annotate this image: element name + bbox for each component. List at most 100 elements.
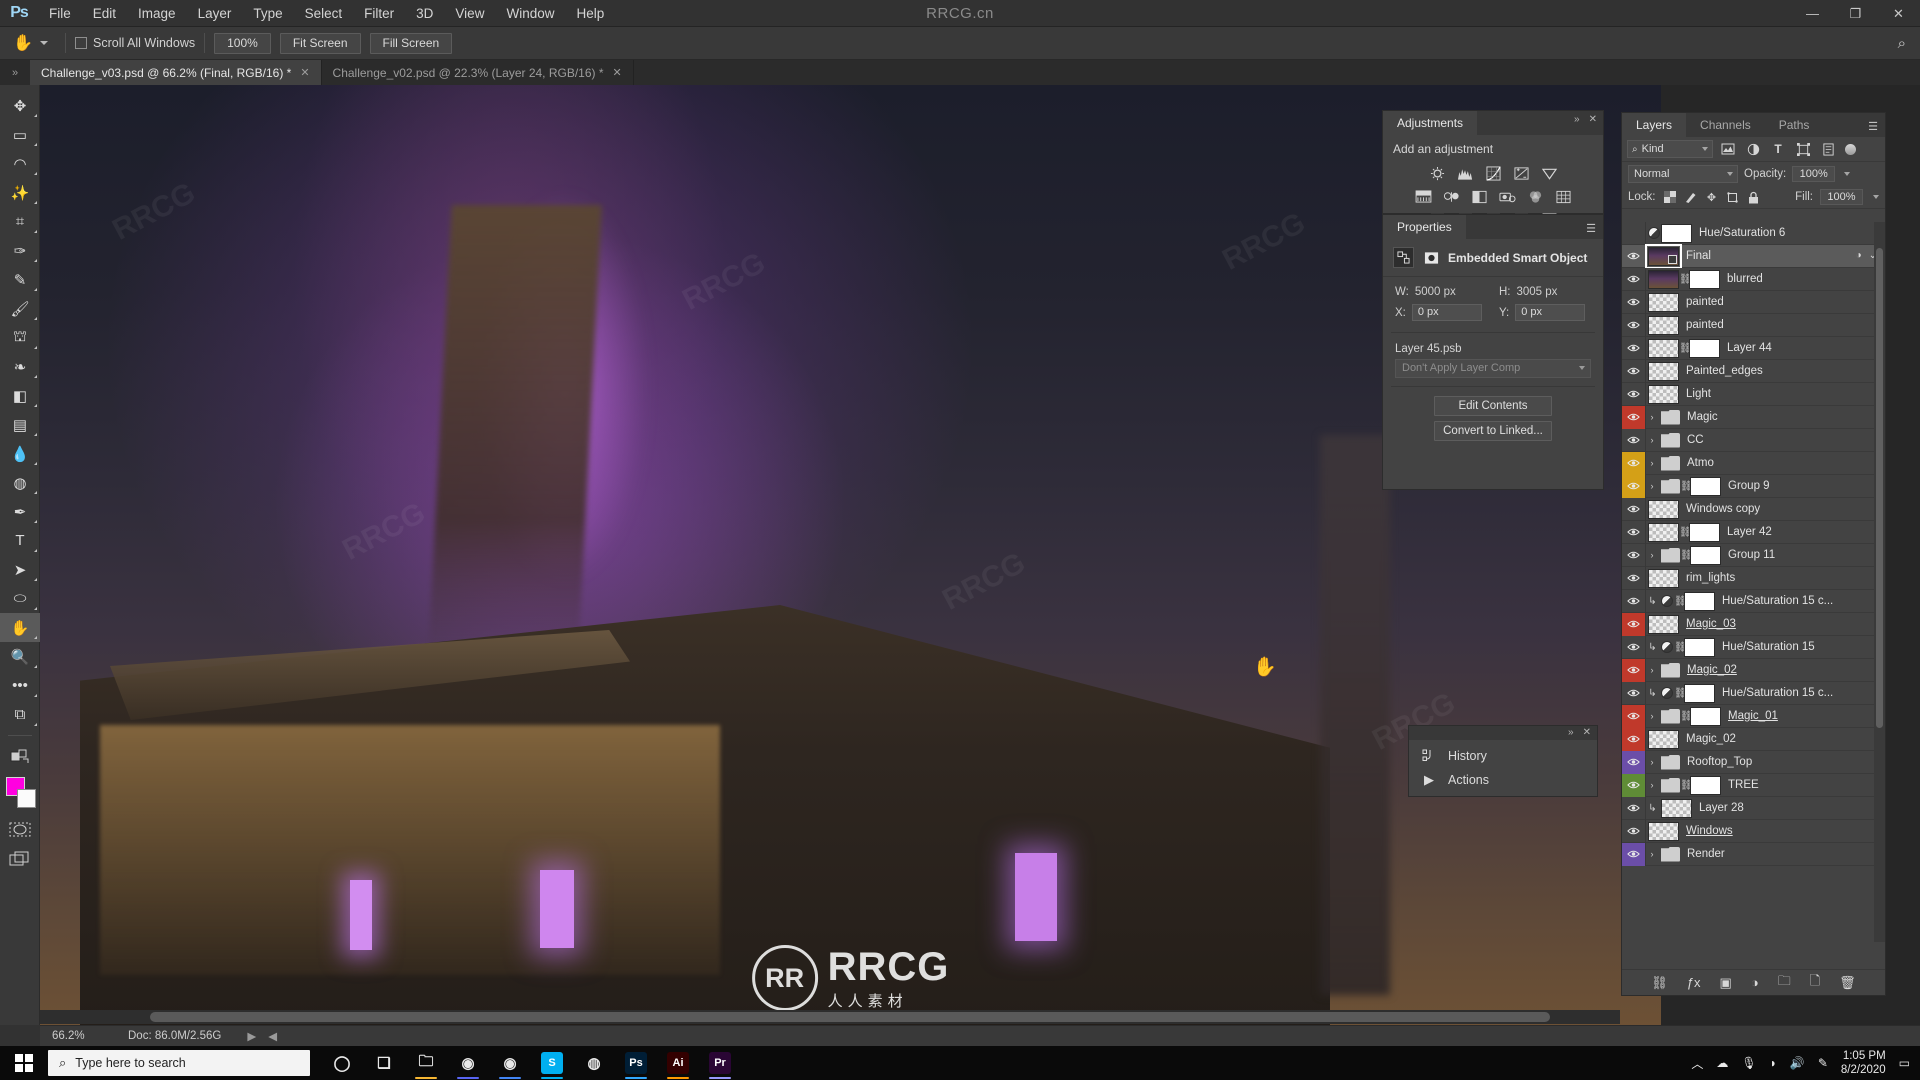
layer-row[interactable]: ⛓ Layer 42 <box>1622 520 1885 544</box>
layer-name[interactable]: Magic_03 <box>1686 618 1736 630</box>
new-group-icon[interactable]: 🗀 <box>1778 972 1791 994</box>
layer-thumbnail[interactable] <box>1648 315 1679 335</box>
panel-menu-icon[interactable]: ☰ <box>1868 120 1878 133</box>
layer-name[interactable]: Group 11 <box>1728 549 1775 561</box>
layer-name[interactable]: Hue/Saturation 15 <box>1722 641 1815 653</box>
link-mask-icon[interactable]: ⛓ <box>1680 481 1693 492</box>
lock-transparent-pixels-icon[interactable] <box>1663 190 1677 204</box>
layer-name[interactable]: Group 9 <box>1728 480 1770 492</box>
layer-visibility-toggle-icon[interactable] <box>1622 727 1645 751</box>
adjustment-filter-icon[interactable] <box>1743 140 1763 158</box>
scrollbar-thumb[interactable] <box>150 1012 1550 1022</box>
layer-thumbnail[interactable] <box>1648 292 1679 312</box>
layer-name[interactable]: Windows copy <box>1686 503 1760 515</box>
layer-row[interactable]: ↳ ⛓ Hue/Saturation 15 <box>1622 635 1885 659</box>
illustrator-taskbar-button[interactable]: Ai <box>658 1046 698 1080</box>
layer-visibility-toggle-icon[interactable] <box>1622 314 1645 337</box>
layer-thumbnail[interactable] <box>1645 243 1682 269</box>
group-expand-chevron-icon[interactable]: › <box>1646 481 1658 491</box>
chrome-taskbar-button[interactable]: ◉ <box>490 1046 530 1080</box>
group-expand-chevron-icon[interactable]: › <box>1646 711 1658 721</box>
history-brush-tool-icon[interactable]: ❧ <box>0 352 40 381</box>
type-tool-icon[interactable]: T <box>0 526 40 555</box>
layers-panel[interactable]: Layers Channels Paths ☰ ⌕ Kind T Normal … <box>1621 112 1886 996</box>
layer-name[interactable]: Atmo <box>1687 457 1714 469</box>
hue-saturation-icon[interactable] <box>1413 188 1434 205</box>
gradient-tool-icon[interactable]: ▤ <box>0 410 40 439</box>
close-icon[interactable]: ✕ <box>613 66 622 79</box>
pen-icon[interactable]: ✎ <box>1818 1056 1828 1070</box>
clone-stamp-tool-icon[interactable]: ⛫ <box>0 323 40 352</box>
microphone-icon[interactable]: 🎙 <box>1741 1056 1756 1070</box>
menu-item-file[interactable]: File <box>38 0 82 27</box>
pen-tool-icon[interactable]: ✒ <box>0 497 40 526</box>
link-mask-icon[interactable]: ⛓ <box>1674 688 1687 699</box>
layer-row[interactable]: › Magic_02 <box>1622 658 1885 682</box>
layer-thumbnail[interactable] <box>1648 568 1679 588</box>
layer-row[interactable]: painted <box>1622 313 1885 337</box>
layer-row[interactable]: ⛓ Layer 44 <box>1622 336 1885 360</box>
close-button[interactable]: ✕ <box>1877 0 1920 27</box>
layer-row[interactable]: Final ◑ ⌄ <box>1622 243 1885 269</box>
layer-visibility-toggle-icon[interactable] <box>1622 337 1645 360</box>
layer-name[interactable]: CC <box>1687 434 1704 446</box>
layer-visibility-toggle-icon[interactable] <box>1622 521 1645 544</box>
zoom-tool-icon[interactable]: 🔍 <box>0 642 40 671</box>
layer-visibility-toggle-icon[interactable] <box>1622 773 1645 797</box>
layer-list[interactable]: Hue/Saturation 6 Final ◑ ⌄ ⛓ blurred painted pa… <box>1622 222 1885 942</box>
layer-thumbnail[interactable] <box>1648 499 1679 519</box>
move-tool-icon[interactable]: ✥ <box>0 91 40 120</box>
quick-mask-icon[interactable] <box>0 815 40 844</box>
fill-screen-button[interactable]: Fill Screen <box>369 32 453 54</box>
layer-row[interactable]: › ⛓ Magic_01 <box>1622 704 1885 728</box>
collapse-icon[interactable]: » <box>1574 114 1580 125</box>
layer-visibility-toggle-icon[interactable] <box>1622 405 1645 429</box>
menu-item-image[interactable]: Image <box>127 0 187 27</box>
layer-mask-thumbnail[interactable] <box>1689 269 1720 289</box>
brightness-contrast-icon[interactable] <box>1427 165 1448 182</box>
layer-row[interactable]: › Magic <box>1622 405 1885 429</box>
link-mask-icon[interactable]: ⛓ <box>1680 550 1693 561</box>
link-layers-icon[interactable]: ⛓ <box>1651 975 1668 991</box>
layer-row[interactable]: Windows <box>1622 819 1885 843</box>
close-icon[interactable]: ✕ <box>300 66 309 79</box>
edit-contents-button[interactable]: Edit Contents <box>1434 396 1552 416</box>
layer-comp-select[interactable]: Don't Apply Layer Comp <box>1395 359 1591 378</box>
canvas-horizontal-scrollbar[interactable] <box>40 1010 1620 1024</box>
x-field[interactable]: 0 px <box>1411 304 1482 321</box>
eyedropper-tool-icon[interactable]: ✑ <box>0 236 40 265</box>
cortana-taskbar-button[interactable]: ◯ <box>322 1046 362 1080</box>
menu-item-type[interactable]: Type <box>242 0 293 27</box>
layer-thumbnail[interactable] <box>1648 729 1679 749</box>
taskbar-search-input[interactable]: ⌕ Type here to search <box>48 1050 310 1076</box>
lock-image-pixels-icon[interactable] <box>1684 190 1698 204</box>
tool-preset-chevron-down-icon[interactable] <box>40 41 48 45</box>
filter-kind-select[interactable]: ⌕ Kind <box>1627 140 1713 158</box>
layer-name[interactable]: Layer 28 <box>1699 802 1744 814</box>
layer-mask-thumbnail[interactable] <box>1690 775 1721 795</box>
scroll-all-windows-checkbox[interactable]: Scroll All Windows <box>75 36 195 50</box>
link-mask-icon[interactable]: ⛓ <box>1680 711 1693 722</box>
eraser-tool-icon[interactable]: ◧ <box>0 381 40 410</box>
layer-name[interactable]: Light <box>1686 388 1711 400</box>
panel-expand-icon[interactable]: » <box>0 60 30 85</box>
layer-mask-thumbnail[interactable] <box>1684 637 1715 657</box>
ellipse-tool-icon[interactable]: ⬭ <box>0 584 40 613</box>
lock-position-icon[interactable]: ✥ <box>1705 190 1719 204</box>
layer-visibility-toggle-icon[interactable] <box>1622 704 1645 728</box>
layer-row[interactable]: rim_lights <box>1622 566 1885 590</box>
layer-row[interactable]: Magic_02 <box>1622 727 1885 751</box>
layer-mask-thumbnail[interactable] <box>1690 476 1721 496</box>
menu-item-3d[interactable]: 3D <box>405 0 444 27</box>
group-expand-chevron-icon[interactable]: › <box>1646 849 1658 859</box>
new-adjustment-layer-icon[interactable]: ◑ <box>1751 975 1759 990</box>
history-actions-panel[interactable]: » ✕ History ▶ Actions <box>1408 725 1598 797</box>
pixel-filter-icon[interactable] <box>1718 140 1738 158</box>
layer-thumbnail[interactable] <box>1648 384 1679 404</box>
layer-row[interactable]: ↳ Layer 28 <box>1622 796 1885 820</box>
layer-visibility-toggle-icon[interactable] <box>1622 636 1645 659</box>
group-expand-chevron-icon[interactable]: › <box>1646 665 1658 675</box>
layer-row[interactable]: painted <box>1622 290 1885 314</box>
document-tab[interactable]: Challenge_v02.psd @ 22.3% (Layer 24, RGB… <box>321 60 634 85</box>
layer-name[interactable]: Painted_edges <box>1686 365 1763 377</box>
